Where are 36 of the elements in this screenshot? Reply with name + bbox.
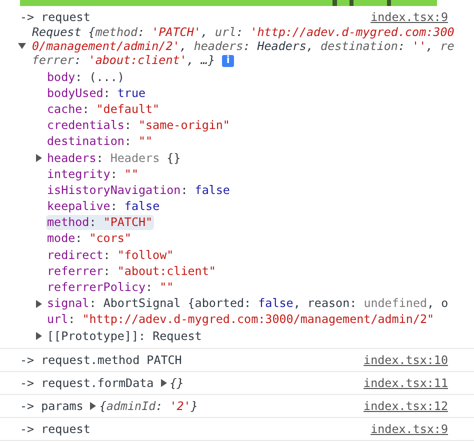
property-line: redirect: "follow" [46, 248, 175, 263]
info-icon[interactable]: i [222, 54, 234, 67]
property-line: referrer: "about:client" [46, 264, 217, 279]
log-message: -> request [20, 422, 90, 436]
property-line: integrity: "" [46, 166, 140, 182]
property-line: referrerPolicy: "" [46, 280, 175, 296]
property-line: [[Prototype]]: Request [46, 328, 203, 344]
object-preview: {adminId: '2'} [99, 399, 198, 414]
expand-triangle-icon[interactable] [36, 154, 42, 162]
object-preview: {} [170, 376, 184, 390]
source-link[interactable]: index.tsx:10 [364, 353, 448, 368]
expand-triangle-icon[interactable] [18, 43, 26, 49]
property-line: url: "http://adev.d-mygred.com:3000/management/admin/2" [46, 312, 436, 328]
object-preview: Request {method: 'PATCH', url: 'http://adev.d-mygred.com:3000/management/admin/2', headers: Headers, destination: '', referrer: 'about:client', …} i [32, 25, 456, 67]
log-message: -> request.formData [20, 376, 154, 390]
expand-triangle-icon[interactable] [36, 332, 42, 340]
expand-triangle-icon[interactable] [90, 402, 96, 410]
property-line: mode: "cors" [46, 231, 132, 246]
source-link[interactable]: index.tsx:11 [364, 376, 448, 390]
log-message: -> request.method PATCH [20, 353, 182, 368]
source-link[interactable]: index.tsx:9 [370, 10, 448, 24]
property-line: isHistoryNavigation: false [46, 182, 231, 198]
expand-triangle-icon[interactable] [160, 379, 167, 388]
property-line: destination: "" [46, 134, 154, 150]
property-line: signal: AbortSignal {aborted: false, reason: undefined, o [46, 296, 450, 312]
source-link[interactable]: index.tsx:12 [364, 399, 448, 414]
property-line: body: (...) [46, 70, 126, 85]
source-link[interactable]: index.tsx:9 [370, 422, 448, 436]
property-line: keepalive: false [46, 199, 161, 214]
property-line: bodyUsed: true [46, 86, 147, 101]
log-message: -> request [20, 10, 90, 24]
log-message: -> params [20, 399, 84, 414]
property-line: credentials: "same-origin" [46, 118, 231, 134]
property-line: cache: "default" [46, 102, 161, 117]
property-line: headers: Headers {} [46, 150, 182, 166]
expand-triangle-icon[interactable] [36, 300, 42, 308]
